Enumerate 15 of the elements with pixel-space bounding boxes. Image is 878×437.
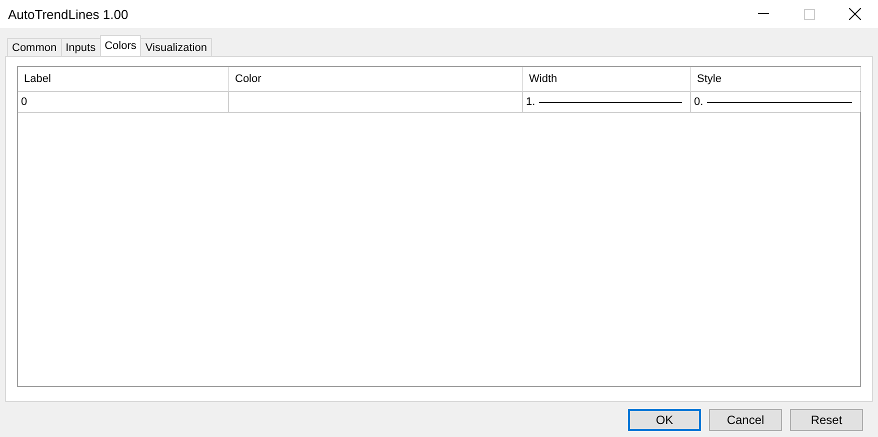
window-title: AutoTrendLines 1.00 bbox=[8, 6, 130, 22]
tab[interactable]: Visualization bbox=[140, 38, 212, 56]
tab[interactable]: Inputs bbox=[60, 38, 101, 56]
table-cell: 0 bbox=[18, 92, 229, 112]
column-header[interactable]: Width bbox=[523, 67, 691, 91]
tab[interactable]: Common bbox=[7, 38, 62, 56]
dialog-button[interactable]: Cancel bbox=[709, 409, 782, 431]
tab[interactable]: Colors bbox=[100, 35, 142, 56]
column-header[interactable]: Color bbox=[229, 67, 523, 91]
column-header[interactable]: Label bbox=[18, 67, 229, 91]
table-cell: 1. bbox=[526, 96, 536, 108]
column-header[interactable]: Style bbox=[691, 67, 861, 91]
table-cell: 0. bbox=[694, 96, 704, 108]
dialog-button[interactable]: OK bbox=[628, 409, 701, 431]
dialog-button[interactable]: Reset bbox=[790, 409, 863, 431]
